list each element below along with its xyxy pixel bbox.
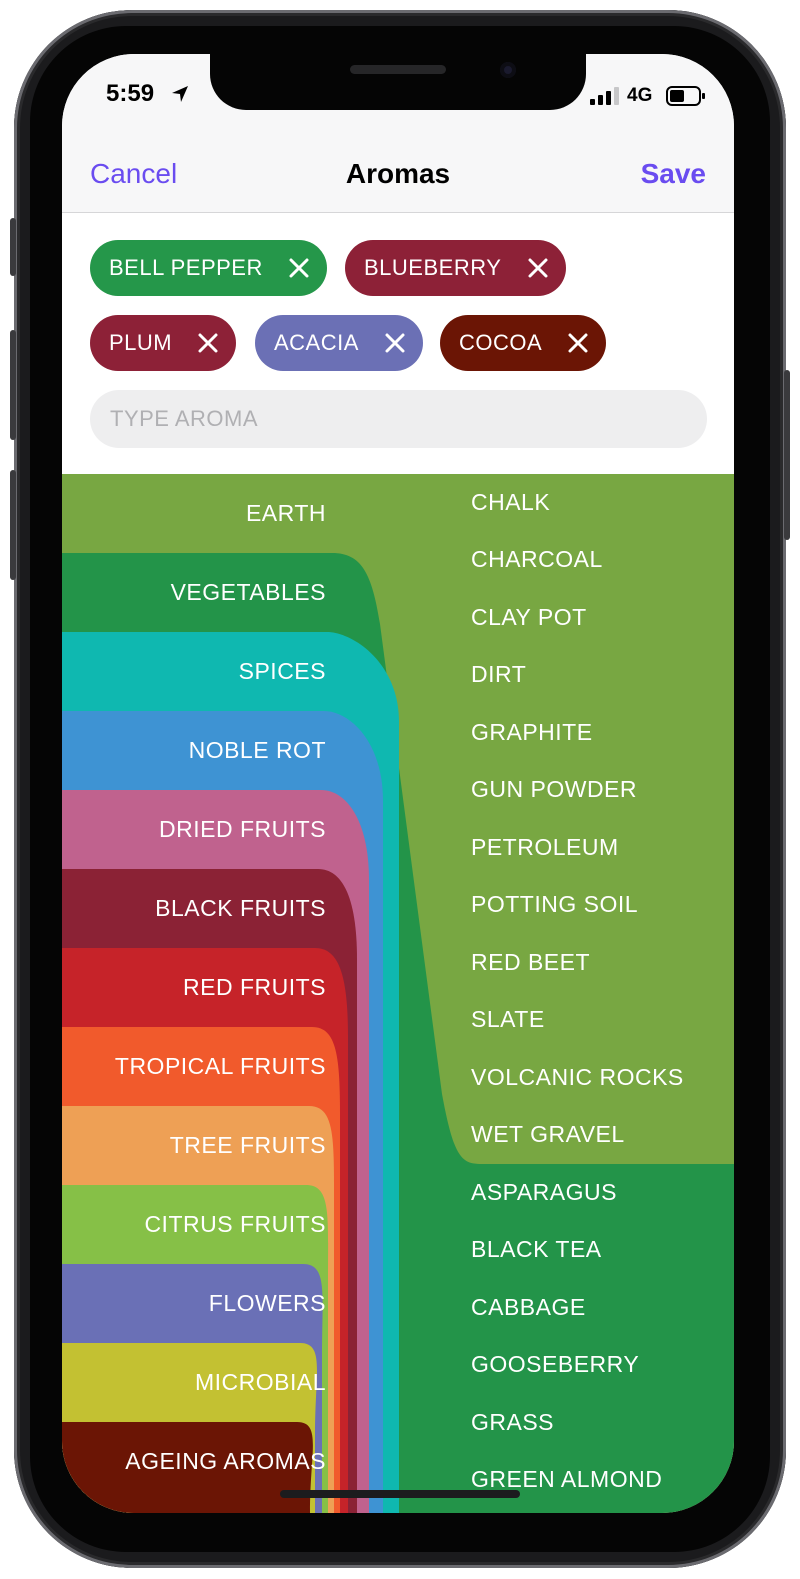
aroma-grass[interactable]: GRASS xyxy=(471,1409,554,1436)
remove-tag-icon[interactable] xyxy=(527,257,549,279)
cellular-signal-icon xyxy=(590,87,619,105)
aroma-charcoal[interactable]: CHARCOAL xyxy=(471,546,603,573)
aroma-graphite[interactable]: GRAPHITE xyxy=(471,719,593,746)
tag-chip-acacia[interactable]: ACACIA xyxy=(255,315,423,371)
category-ageing-aromas[interactable]: AGEING AROMAS xyxy=(125,1448,326,1475)
category-black-fruits[interactable]: BLACK FRUITS xyxy=(155,895,326,922)
aroma-slate[interactable]: SLATE xyxy=(471,1006,545,1033)
battery-icon xyxy=(666,86,705,106)
volume-up-button xyxy=(10,330,16,440)
tag-chip-label: BLUEBERRY xyxy=(364,255,502,280)
save-button[interactable]: Save xyxy=(641,158,706,190)
speaker-grille xyxy=(350,65,446,74)
category-citrus-fruits[interactable]: CITRUS FRUITS xyxy=(144,1211,326,1238)
category-red-fruits[interactable]: RED FRUITS xyxy=(183,974,326,1001)
aroma-asparagus[interactable]: ASPARAGUS xyxy=(471,1179,617,1206)
page-title: Aromas xyxy=(345,158,451,189)
category-flowers[interactable]: FLOWERS xyxy=(209,1290,326,1317)
remove-tag-icon[interactable] xyxy=(384,332,406,354)
front-camera xyxy=(500,62,516,78)
tag-chip-bell-pepper[interactable]: BELL PEPPER xyxy=(90,240,327,296)
category-earth[interactable]: EARTH xyxy=(246,500,326,527)
tag-chip-label: PLUM xyxy=(109,330,173,355)
category-noble-rot[interactable]: NOBLE ROT xyxy=(189,737,326,764)
aroma-dirt[interactable]: DIRT xyxy=(471,661,526,688)
volume-down-button xyxy=(10,470,16,580)
aroma-clay-pot[interactable]: CLAY POT xyxy=(471,604,587,631)
navigation-bar: Cancel Aromas Save xyxy=(62,118,734,213)
screen: 5:59 4G Cancel Aromas Save BELL PEPPER B… xyxy=(62,54,734,1513)
tag-chip-label: BELL PEPPER xyxy=(109,255,263,280)
category-tree-fruits[interactable]: TREE FRUITS xyxy=(170,1132,326,1159)
remove-tag-icon[interactable] xyxy=(567,332,589,354)
tag-chip-label: ACACIA xyxy=(274,330,359,355)
aroma-cabbage[interactable]: CABBAGE xyxy=(471,1294,586,1321)
aroma-potting-soil[interactable]: POTTING SOIL xyxy=(471,891,638,918)
category-vegetables[interactable]: VEGETABLES xyxy=(171,579,326,606)
aroma-search-input[interactable] xyxy=(90,390,707,448)
selected-tags-area: BELL PEPPER BLUEBERRY PLUM ACACIA COCOA xyxy=(62,213,734,474)
tag-chip-blueberry[interactable]: BLUEBERRY xyxy=(345,240,566,296)
remove-tag-icon[interactable] xyxy=(197,332,219,354)
network-type: 4G xyxy=(627,85,653,106)
aroma-flow-chart: EARTH VEGETABLES SPICES NOBLE ROT DRIED … xyxy=(62,474,734,1513)
tag-chip-label: COCOA xyxy=(459,330,543,355)
home-indicator[interactable] xyxy=(280,1490,520,1498)
location-arrow-icon xyxy=(172,86,188,102)
remove-tag-icon[interactable] xyxy=(288,257,310,279)
notch xyxy=(210,54,586,110)
aroma-red-beet[interactable]: RED BEET xyxy=(471,949,590,976)
aroma-volcanic-rocks[interactable]: VOLCANIC ROCKS xyxy=(471,1064,684,1091)
category-tropical-fruits[interactable]: TROPICAL FRUITS xyxy=(115,1053,326,1080)
tag-chip-cocoa[interactable]: COCOA xyxy=(440,315,606,371)
category-dried-fruits[interactable]: DRIED FRUITS xyxy=(159,816,326,843)
aroma-black-tea[interactable]: BLACK TEA xyxy=(471,1236,602,1263)
category-microbial[interactable]: MICROBIAL xyxy=(195,1369,326,1396)
power-button xyxy=(784,370,790,540)
aroma-chalk[interactable]: CHALK xyxy=(471,489,550,516)
mute-switch xyxy=(10,218,16,276)
aroma-wet-gravel[interactable]: WET GRAVEL xyxy=(471,1121,625,1148)
aroma-green-almond[interactable]: GREEN ALMOND xyxy=(471,1466,662,1493)
category-spices[interactable]: SPICES xyxy=(239,658,326,685)
aroma-gooseberry[interactable]: GOOSEBERRY xyxy=(471,1351,639,1378)
status-time: 5:59 xyxy=(106,80,155,107)
aroma-petroleum[interactable]: PETROLEUM xyxy=(471,834,619,861)
tag-chip-plum[interactable]: PLUM xyxy=(90,315,236,371)
aroma-gun-powder[interactable]: GUN POWDER xyxy=(471,776,637,803)
